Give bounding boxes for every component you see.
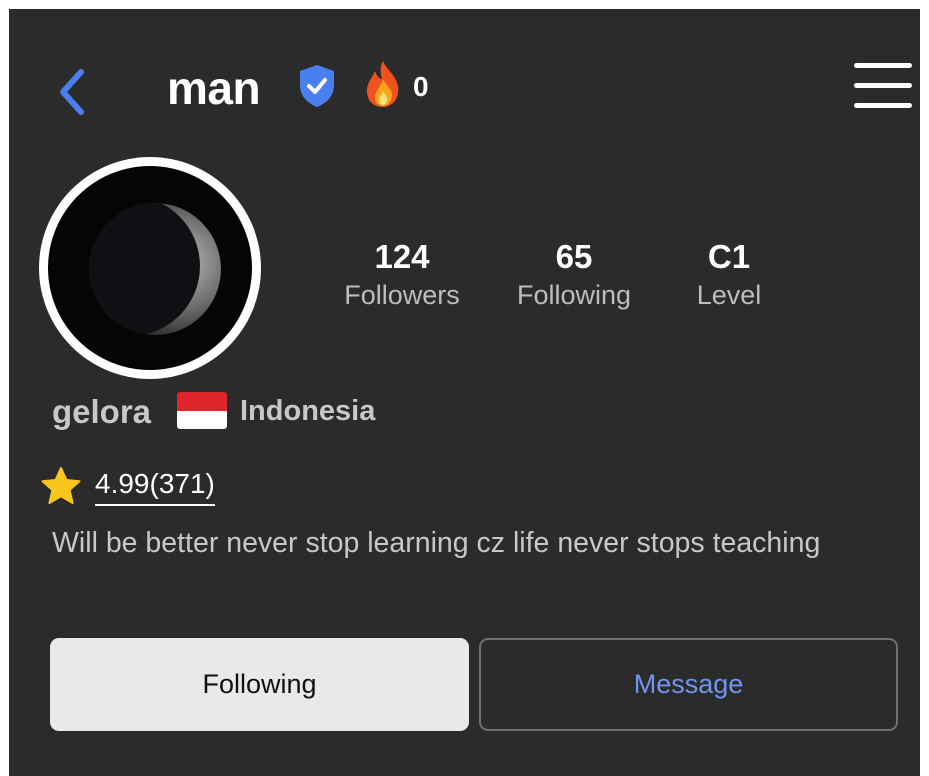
fire-count: 0 xyxy=(413,71,429,102)
following-button[interactable]: Following xyxy=(50,638,469,731)
stat-level[interactable]: C1 Level xyxy=(679,237,779,313)
verified-shield-icon xyxy=(300,65,334,107)
level-label: Level xyxy=(696,280,762,310)
following-count: 65 xyxy=(555,238,593,275)
crescent-moon-avatar xyxy=(89,203,221,335)
profile-username: man xyxy=(167,62,261,114)
fire-icon xyxy=(366,61,399,107)
country-name: Indonesia xyxy=(240,395,376,427)
avatar-image xyxy=(48,166,252,370)
followers-label: Followers xyxy=(344,280,460,310)
hamburger-menu-icon xyxy=(854,63,912,68)
chevron-left-icon xyxy=(60,69,84,115)
back-button[interactable] xyxy=(53,64,93,120)
message-button[interactable]: Message xyxy=(479,638,898,731)
stat-followers[interactable]: 124 Followers xyxy=(332,237,472,313)
avatar[interactable] xyxy=(39,157,261,379)
followers-count: 124 xyxy=(374,238,430,275)
star-icon xyxy=(41,467,81,504)
profile-bio: Will be better never stop learning cz li… xyxy=(52,527,821,559)
profile-handle: gelora xyxy=(52,393,152,430)
menu-button[interactable] xyxy=(854,63,912,111)
following-label: Following xyxy=(516,280,632,310)
stat-following[interactable]: 65 Following xyxy=(504,237,644,313)
level-value: C1 xyxy=(707,238,751,275)
indonesia-flag-icon xyxy=(177,392,227,429)
rating-link[interactable]: 4.99(371) xyxy=(95,468,215,506)
profile-screen: man 0 124 Followers 65 Following C1 Leve… xyxy=(9,9,920,776)
